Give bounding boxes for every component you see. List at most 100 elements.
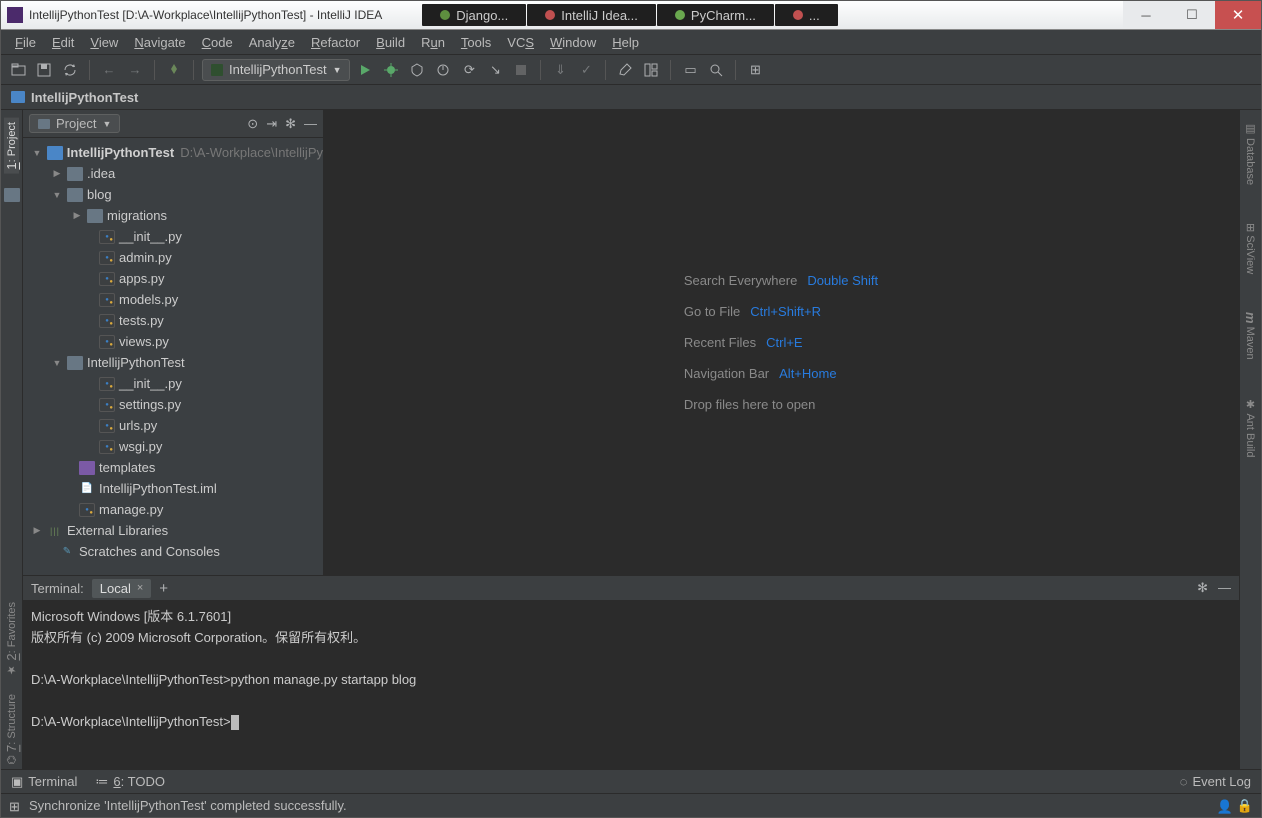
- tree-file[interactable]: __init__.py: [23, 226, 323, 247]
- menu-vcs[interactable]: VCS: [499, 33, 542, 52]
- terminal-output[interactable]: Microsoft Windows [版本 6.1.7601] 版权所有 (c)…: [23, 601, 1239, 769]
- close-tab-icon[interactable]: ×: [137, 582, 143, 594]
- stop-icon[interactable]: [510, 59, 532, 81]
- menu-run[interactable]: Run: [413, 33, 453, 52]
- tree-folder[interactable]: ▼IntellijPythonTest: [23, 352, 323, 373]
- ant-tool-button[interactable]: ✱ Ant Build: [1244, 394, 1257, 461]
- sync-icon[interactable]: [59, 59, 81, 81]
- scratches[interactable]: Scratches and Consoles: [23, 541, 323, 562]
- menu-view[interactable]: View: [82, 33, 126, 52]
- forward-icon[interactable]: →: [124, 59, 146, 81]
- os-tab[interactable]: ...: [775, 4, 838, 26]
- locate-icon[interactable]: ⊙: [247, 116, 258, 132]
- app-icon: [7, 7, 23, 23]
- bookmark-icon[interactable]: [4, 188, 20, 202]
- arrow-down-icon: ▼: [51, 190, 63, 200]
- tree-folder[interactable]: ▼blog: [23, 184, 323, 205]
- breadcrumb[interactable]: IntellijPythonTest: [31, 90, 138, 105]
- hint-goto-file: Go to FileCtrl+Shift+R: [684, 304, 878, 319]
- save-icon[interactable]: [33, 59, 55, 81]
- terminal-tool-button[interactable]: ▣ Terminal: [11, 774, 77, 790]
- tree-folder[interactable]: ▶migrations: [23, 205, 323, 226]
- os-tab[interactable]: Django...: [422, 4, 526, 26]
- attach-icon[interactable]: ↘: [484, 59, 506, 81]
- sciview-tool-button[interactable]: ⊞ SciView: [1244, 219, 1257, 278]
- run-config-selector[interactable]: IntellijPythonTest ▼: [202, 59, 350, 81]
- tree-file[interactable]: views.py: [23, 331, 323, 352]
- tree-file[interactable]: wsgi.py: [23, 436, 323, 457]
- tree-file[interactable]: 📄IntellijPythonTest.iml: [23, 478, 323, 499]
- coverage-icon[interactable]: [406, 59, 428, 81]
- misc-icon[interactable]: ⊞: [744, 59, 766, 81]
- hint-search-everywhere: Search EverywhereDouble Shift: [684, 273, 878, 288]
- menu-analyze[interactable]: Analyze: [241, 33, 303, 52]
- tree-file[interactable]: tests.py: [23, 310, 323, 331]
- hide-icon[interactable]: —: [304, 116, 317, 132]
- settings-icon[interactable]: [614, 59, 636, 81]
- todo-tool-button[interactable]: ≔ 6: TODO: [95, 774, 165, 790]
- tree-file[interactable]: admin.py: [23, 247, 323, 268]
- debug-icon[interactable]: [380, 59, 402, 81]
- terminal-tab-local[interactable]: Local×: [92, 579, 152, 598]
- close-button[interactable]: ✕: [1215, 1, 1261, 29]
- menu-navigate[interactable]: Navigate: [126, 33, 193, 52]
- external-libraries[interactable]: ▶External Libraries: [23, 520, 323, 541]
- vcs-commit-icon[interactable]: ✓: [575, 59, 597, 81]
- menu-build[interactable]: Build: [368, 33, 413, 52]
- lock-icon[interactable]: 🔒: [1237, 798, 1253, 814]
- vcs-update-icon[interactable]: ⇓: [549, 59, 571, 81]
- separator: [605, 60, 606, 80]
- menu-window[interactable]: Window: [542, 33, 604, 52]
- menu-tools[interactable]: Tools: [453, 33, 499, 52]
- tree-folder[interactable]: ▶.idea: [23, 163, 323, 184]
- os-tab[interactable]: IntelliJ Idea...: [527, 4, 656, 26]
- sdk-icon[interactable]: ▭: [679, 59, 701, 81]
- separator: [193, 60, 194, 80]
- tree-file[interactable]: manage.py: [23, 499, 323, 520]
- event-log-button[interactable]: ◌ Event Log: [1180, 774, 1251, 789]
- structure-tool-button[interactable]: ⌬ 7: Structure: [4, 690, 19, 769]
- tree-root[interactable]: ▼IntellijPythonTestD:\A-Workplace\Intell…: [23, 142, 323, 163]
- project-tool-button[interactable]: 1: Project: [4, 118, 19, 174]
- hector-icon[interactable]: 👤: [1217, 799, 1231, 813]
- titlebar[interactable]: IntellijPythonTest [D:\A-Workplace\Intel…: [1, 1, 1261, 30]
- open-icon[interactable]: [7, 59, 29, 81]
- os-tab[interactable]: PyCharm...: [657, 4, 774, 26]
- menu-help[interactable]: Help: [604, 33, 647, 52]
- center: Project ▼ ⊙ ⇥ ✻ — ▼IntellijPythonTestD:\…: [23, 110, 1239, 769]
- back-icon[interactable]: ←: [98, 59, 120, 81]
- windows-icon[interactable]: ⊞: [9, 799, 23, 813]
- new-terminal-button[interactable]: +: [159, 580, 168, 597]
- menu-edit[interactable]: Edit: [44, 33, 82, 52]
- menu-file[interactable]: File: [7, 33, 44, 52]
- database-tool-button[interactable]: ▤ Database: [1244, 118, 1257, 189]
- hide-icon[interactable]: —: [1218, 580, 1231, 596]
- tree-file[interactable]: models.py: [23, 289, 323, 310]
- maven-tool-button[interactable]: m Maven: [1243, 308, 1258, 364]
- menubar: File Edit View Navigate Code Analyze Ref…: [1, 30, 1261, 55]
- menu-code[interactable]: Code: [194, 33, 241, 52]
- minimize-button[interactable]: ─: [1123, 1, 1169, 29]
- run-icon[interactable]: [354, 59, 376, 81]
- profile-icon[interactable]: [432, 59, 454, 81]
- tree-file[interactable]: settings.py: [23, 394, 323, 415]
- project-view-selector[interactable]: Project ▼: [29, 114, 120, 133]
- tree-file[interactable]: apps.py: [23, 268, 323, 289]
- concurrency-icon[interactable]: ⟳: [458, 59, 480, 81]
- tree-folder[interactable]: templates: [23, 457, 323, 478]
- gear-icon[interactable]: ✻: [1197, 580, 1208, 596]
- window-controls: ─ ☐ ✕: [1123, 1, 1261, 29]
- tree-file[interactable]: urls.py: [23, 415, 323, 436]
- main-toolbar: ← → IntellijPythonTest ▼ ⟳ ↘ ⇓ ✓ ▭ ⊞: [1, 55, 1261, 85]
- menu-refactor[interactable]: Refactor: [303, 33, 368, 52]
- collapse-icon[interactable]: ⇥: [266, 116, 277, 132]
- editor-empty-state[interactable]: Search EverywhereDouble Shift Go to File…: [324, 110, 1239, 575]
- favorites-tool-button[interactable]: ★ 2: Favorites: [4, 598, 19, 681]
- project-structure-icon[interactable]: [640, 59, 662, 81]
- gear-icon[interactable]: ✻: [285, 116, 296, 132]
- search-icon[interactable]: [705, 59, 727, 81]
- tree-file[interactable]: __init__.py: [23, 373, 323, 394]
- maximize-button[interactable]: ☐: [1169, 1, 1215, 29]
- build-icon[interactable]: [163, 59, 185, 81]
- project-tree[interactable]: ▼IntellijPythonTestD:\A-Workplace\Intell…: [23, 138, 323, 575]
